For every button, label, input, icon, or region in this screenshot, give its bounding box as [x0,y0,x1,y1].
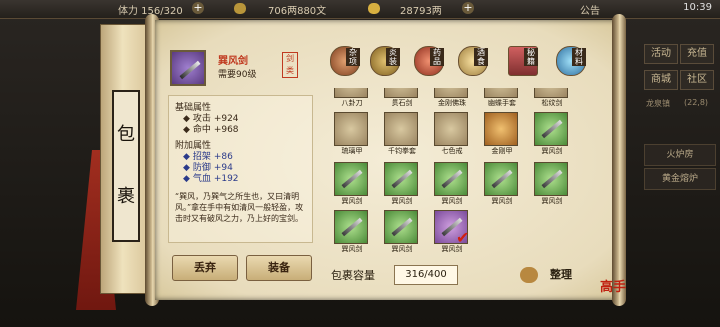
gold-text: 28793两 [400,6,442,17]
discard-button[interactable]: 丢弃 [172,255,238,281]
stat-row: ◆ 命中 +968 [183,125,239,135]
right-scroll-rod [612,14,626,306]
selected-check-icon: ✔ [456,228,470,247]
top-resource-bar: 体力 156/320 + 706两880文 28793两 + 公告 10:39 [0,0,720,19]
furnace-room-button[interactable]: 火炉房 [644,144,716,166]
item-requirement: 需要90级 [218,70,257,80]
gold-furnace-button[interactable]: 黄金熔炉 [644,168,716,190]
stat-row: ◆ 攻击 +924 [183,114,239,124]
inventory-grid: 八卦刀 贯石剑 金刚佛珠 幽蝶手套 松纹剑 琉璃甲 千钧拳套 七色戒 金刚甲 巽… [326,88,586,258]
shop-button[interactable]: 商城 [644,70,678,90]
diamond-icon: ◆ [183,152,190,162]
diamond-icon: ◆ [183,125,190,135]
diamond-icon: ◆ [183,114,190,124]
category-tab-armor[interactable]: 炎装 [370,46,400,76]
add-stamina-button[interactable]: + [192,2,204,14]
notice-link[interactable]: 公告 [580,2,600,17]
sword-icon [179,60,201,80]
equip-button[interactable]: 装备 [246,255,312,281]
location-text: 龙泉镇 [646,99,670,108]
capacity-value: 316/400 [394,265,458,285]
coords-text: (22,8) [684,98,709,107]
recharge-button[interactable]: 充值 [680,44,714,64]
gold-icon [368,3,380,14]
category-tab-misc[interactable]: 杂项 [330,46,360,76]
silver-icon [234,3,246,14]
inventory-slot[interactable]: 巽风剑 [380,210,420,256]
inventory-slot[interactable]: 琉璃甲 [330,112,370,158]
stat-row: ◆ 防御 +94 [183,163,233,173]
diamond-icon: ◆ [183,163,190,173]
inventory-slot[interactable]: 巽风剑 [530,112,570,158]
bag-title-label: 包 裹 [112,90,140,242]
category-tab-food[interactable]: 酒食 [458,46,488,76]
inventory-slot[interactable]: 巽风剑 [430,162,470,208]
stat-row: ◆ 招架 +86 [183,152,233,162]
category-tab-medicine[interactable]: 药品 [414,46,444,76]
inventory-slot[interactable]: 松纹剑 [530,88,570,110]
item-name: 巽风剑 [218,56,248,67]
sort-button[interactable]: 整理 [520,264,572,286]
activity-button[interactable]: 活动 [644,44,678,64]
inventory-slot[interactable]: 金刚甲 [480,112,520,158]
diamond-icon: ◆ [183,174,190,184]
capacity-label: 包裹容量 [331,269,375,282]
inventory-slot[interactable]: 千钧拳套 [380,112,420,158]
inventory-slot[interactable]: 巽风剑 [380,162,420,208]
inventory-slot[interactable]: 八卦刀 [330,88,370,110]
master-stamp: 高手 [600,280,627,295]
inventory-slot[interactable]: 巽风剑 [480,162,520,208]
selected-item-icon [170,50,206,86]
item-type-seal: 剑类 [282,52,298,78]
inventory-slot[interactable]: 金刚佛珠 [430,88,470,110]
community-button[interactable]: 社区 [680,70,714,90]
clock-text: 10:39 [683,2,712,13]
bag-title-bottom: 裹 [117,186,135,207]
category-tab-book[interactable]: 秘籍 [508,46,538,76]
add-gold-button[interactable]: + [462,2,474,14]
item-description: “巽风，乃巽气之所生也，又曰清明风。”拿在手中有如清风一般轻盈，攻击时又有破风之… [175,192,304,223]
bag-icon [520,267,538,283]
base-attr-title: 基础属性 [175,103,212,113]
inventory-slot[interactable]: 贯石剑 [380,88,420,110]
extra-attr-title: 附加属性 [175,141,212,151]
inventory-slot[interactable]: 幽蝶手套 [480,88,520,110]
inventory-slot[interactable]: 巽风剑 [330,210,370,256]
inventory-slot[interactable]: 巽风剑 [330,162,370,208]
silver-text: 706两880文 [268,6,327,17]
inventory-slot[interactable]: 七色戒 [430,112,470,158]
item-stats-panel: 基础属性 ◆ 攻击 +924 ◆ 命中 +968 附加属性 ◆ 招架 +86 ◆ 防御 … [168,95,313,243]
category-tab-material[interactable]: 材料 [556,46,586,76]
stat-row: ◆ 气血 +192 [183,174,239,184]
inventory-slot[interactable]: 巽风剑 [530,162,570,208]
bag-title-top: 包 [117,124,135,145]
